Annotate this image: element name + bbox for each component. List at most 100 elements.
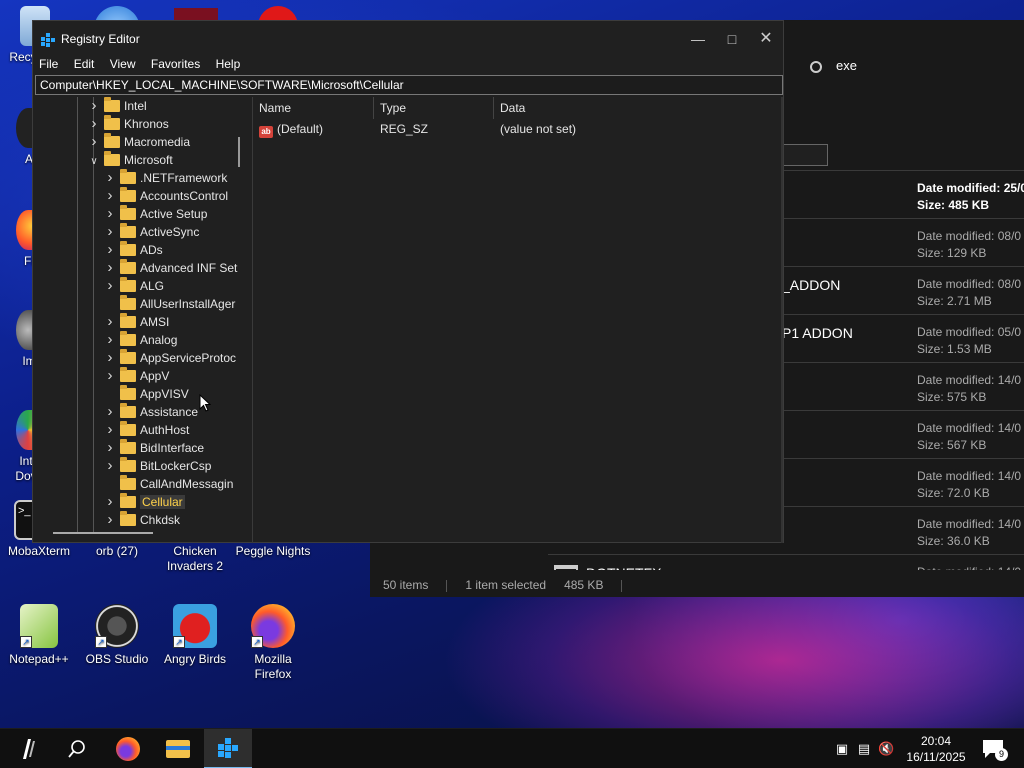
tree-node[interactable]: › Chkdsk <box>103 511 180 529</box>
registry-tree[interactable]: › Intel › Khronos › Macromedia ∨ Microsoft › .NET… <box>33 97 252 533</box>
tree-node[interactable]: › AMSI <box>103 313 169 331</box>
desktop-icon-peggle-nights[interactable]: Peggle Nights <box>234 544 312 559</box>
folder-icon <box>120 241 136 256</box>
menu-view[interactable]: View <box>104 55 142 73</box>
tree-node[interactable]: AllUserInstallAger <box>103 295 235 313</box>
address-bar[interactable]: Computer\HKEY_LOCAL_MACHINE\SOFTWARE\Mic… <box>35 75 783 95</box>
column-header-type[interactable]: Type <box>374 97 494 119</box>
close-button[interactable]: ✕ <box>749 21 783 57</box>
tree-node[interactable]: › AuthHost <box>103 421 189 439</box>
date-modified-label: Date modified: <box>917 229 995 243</box>
shortcut-arrow-icon: ↗ <box>251 636 263 648</box>
menu-file[interactable]: File <box>33 55 64 73</box>
tree-node[interactable]: › ALG <box>103 277 164 295</box>
menu-help[interactable]: Help <box>210 55 247 73</box>
registry-editor-titlebar[interactable]: Registry Editor — □ ✕ <box>33 21 783 57</box>
size-value: 485 KB <box>948 198 990 212</box>
column-header-data[interactable]: Data <box>494 97 780 119</box>
chevron-right-icon[interactable]: › <box>103 493 117 511</box>
desktop-icon-notepad-plus-plus[interactable]: ↗ Notepad++ <box>0 604 78 667</box>
desktop-icon-obs-studio[interactable]: ↗ OBS Studio <box>78 604 156 667</box>
tree-node-label: Cellular <box>140 495 185 509</box>
tree-node[interactable]: › Cellular <box>103 493 185 511</box>
tree-node[interactable]: › ADs <box>103 241 163 259</box>
explorer-search[interactable]: exe <box>810 58 857 73</box>
tree-node[interactable]: › Intel <box>87 97 147 115</box>
tree-node[interactable]: › .NETFramework <box>103 169 227 187</box>
tree-node[interactable]: › Khronos <box>87 115 169 133</box>
taskbar-file-explorer[interactable] <box>154 729 202 768</box>
desktop-icon-angry-birds[interactable]: ↗ Angry Birds <box>156 604 234 667</box>
tree-node[interactable]: › Advanced INF Set <box>103 259 237 277</box>
chevron-right-icon[interactable]: › <box>103 331 117 349</box>
chevron-right-icon[interactable]: › <box>87 115 101 133</box>
tree-node[interactable]: › Assistance <box>103 403 198 421</box>
menu-edit[interactable]: Edit <box>68 55 101 73</box>
chevron-right-icon[interactable]: › <box>103 421 117 439</box>
tree-node[interactable]: › BitLockerCsp <box>103 457 211 475</box>
chevron-right-icon[interactable]: › <box>103 223 117 241</box>
chevron-right-icon[interactable]: › <box>103 241 117 259</box>
tree-node[interactable]: ∨ Microsoft <box>87 151 173 169</box>
desktop-icon-label: MobaXterm <box>7 544 71 558</box>
tray-network-icon[interactable]: ▤ <box>856 741 872 757</box>
tray-meet-now-icon[interactable]: ▣ <box>834 741 850 757</box>
tray-volume-muted-icon[interactable]: 🔇 <box>878 741 894 757</box>
explorer-filter-box[interactable] <box>782 144 828 166</box>
tree-node[interactable]: › Active Setup <box>103 205 207 223</box>
chevron-down-icon[interactable]: ∨ <box>87 153 101 171</box>
file-date-modified: Date modified: 14/0 <box>917 373 1021 387</box>
registry-value-row[interactable]: ab (Default) <box>259 119 323 139</box>
action-center-button[interactable]: 9 <box>982 739 1008 761</box>
chevron-right-icon[interactable]: › <box>103 367 117 385</box>
chevron-right-icon[interactable]: › <box>103 169 117 187</box>
chevron-right-icon[interactable]: › <box>87 97 101 115</box>
tree-vertical-scrollbar[interactable] <box>238 137 240 167</box>
search-button[interactable] <box>53 729 101 768</box>
maximize-button[interactable]: □ <box>715 21 749 57</box>
taskbar-clock[interactable]: 20:04 16/11/2025 <box>902 733 970 765</box>
date-modified-label: Date modified: <box>917 421 995 435</box>
desktop-icon-label: orb (27) <box>95 544 139 558</box>
registry-values-list[interactable]: Name Type Data ab (Default) REG_SZ (value… <box>253 97 783 543</box>
minimize-button[interactable]: — <box>681 21 715 57</box>
tree-node[interactable]: AppVISV <box>103 385 189 403</box>
tree-node[interactable]: › BidInterface <box>103 439 204 457</box>
desktop-icon-orb[interactable]: orb (27) <box>78 544 156 559</box>
chevron-right-icon[interactable]: › <box>103 259 117 277</box>
chevron-right-icon[interactable]: › <box>103 457 117 475</box>
column-header-name[interactable]: Name <box>253 97 374 119</box>
chevron-right-icon[interactable]: › <box>103 403 117 421</box>
file-size: Size: 575 KB <box>917 390 986 404</box>
desktop-icon-mozilla-firefox[interactable]: ↗ Mozilla Firefox <box>234 604 312 682</box>
taskbar-firefox[interactable] <box>104 729 152 768</box>
folder-icon <box>120 187 136 202</box>
chevron-right-icon[interactable]: › <box>103 511 117 529</box>
desktop-icon-chicken-invaders[interactable]: Chicken Invaders 2 <box>156 544 234 574</box>
chevron-right-icon[interactable]: › <box>103 313 117 331</box>
tree-node[interactable]: › AppV <box>103 367 169 385</box>
tree-node[interactable]: › Analog <box>103 331 177 349</box>
chevron-right-icon[interactable]: › <box>103 187 117 205</box>
taskbar-registry-editor[interactable] <box>204 729 252 768</box>
folder-icon <box>120 223 136 238</box>
chevron-right-icon[interactable]: › <box>103 439 117 457</box>
tree-node[interactable]: › AccountsControl <box>103 187 228 205</box>
tree-node-label: Microsoft <box>124 153 173 167</box>
tree-node[interactable]: › AppServiceProtoc <box>103 349 236 367</box>
shortcut-arrow-icon: ↗ <box>20 636 32 648</box>
tree-horizontal-scrollbar[interactable] <box>53 532 153 534</box>
start-button[interactable] <box>5 729 53 768</box>
values-vertical-scrollbar[interactable] <box>781 97 783 543</box>
tree-node[interactable]: › ActiveSync <box>103 223 199 241</box>
menu-favorites[interactable]: Favorites <box>145 55 206 73</box>
file-size: Size: 485 KB <box>917 198 989 212</box>
chevron-right-icon[interactable]: › <box>87 133 101 151</box>
tree-node[interactable]: CallAndMessagin <box>103 475 233 493</box>
chevron-right-icon[interactable]: › <box>103 277 117 295</box>
tree-node[interactable]: › Macromedia <box>87 133 190 151</box>
explorer-file-row[interactable]: DOTNETFX Date modified: 14/0 <box>548 554 1024 570</box>
chevron-right-icon[interactable]: › <box>103 349 117 367</box>
chevron-right-icon[interactable]: › <box>103 205 117 223</box>
registry-editor-window[interactable]: Registry Editor — □ ✕ File Edit View Fav… <box>32 20 784 543</box>
